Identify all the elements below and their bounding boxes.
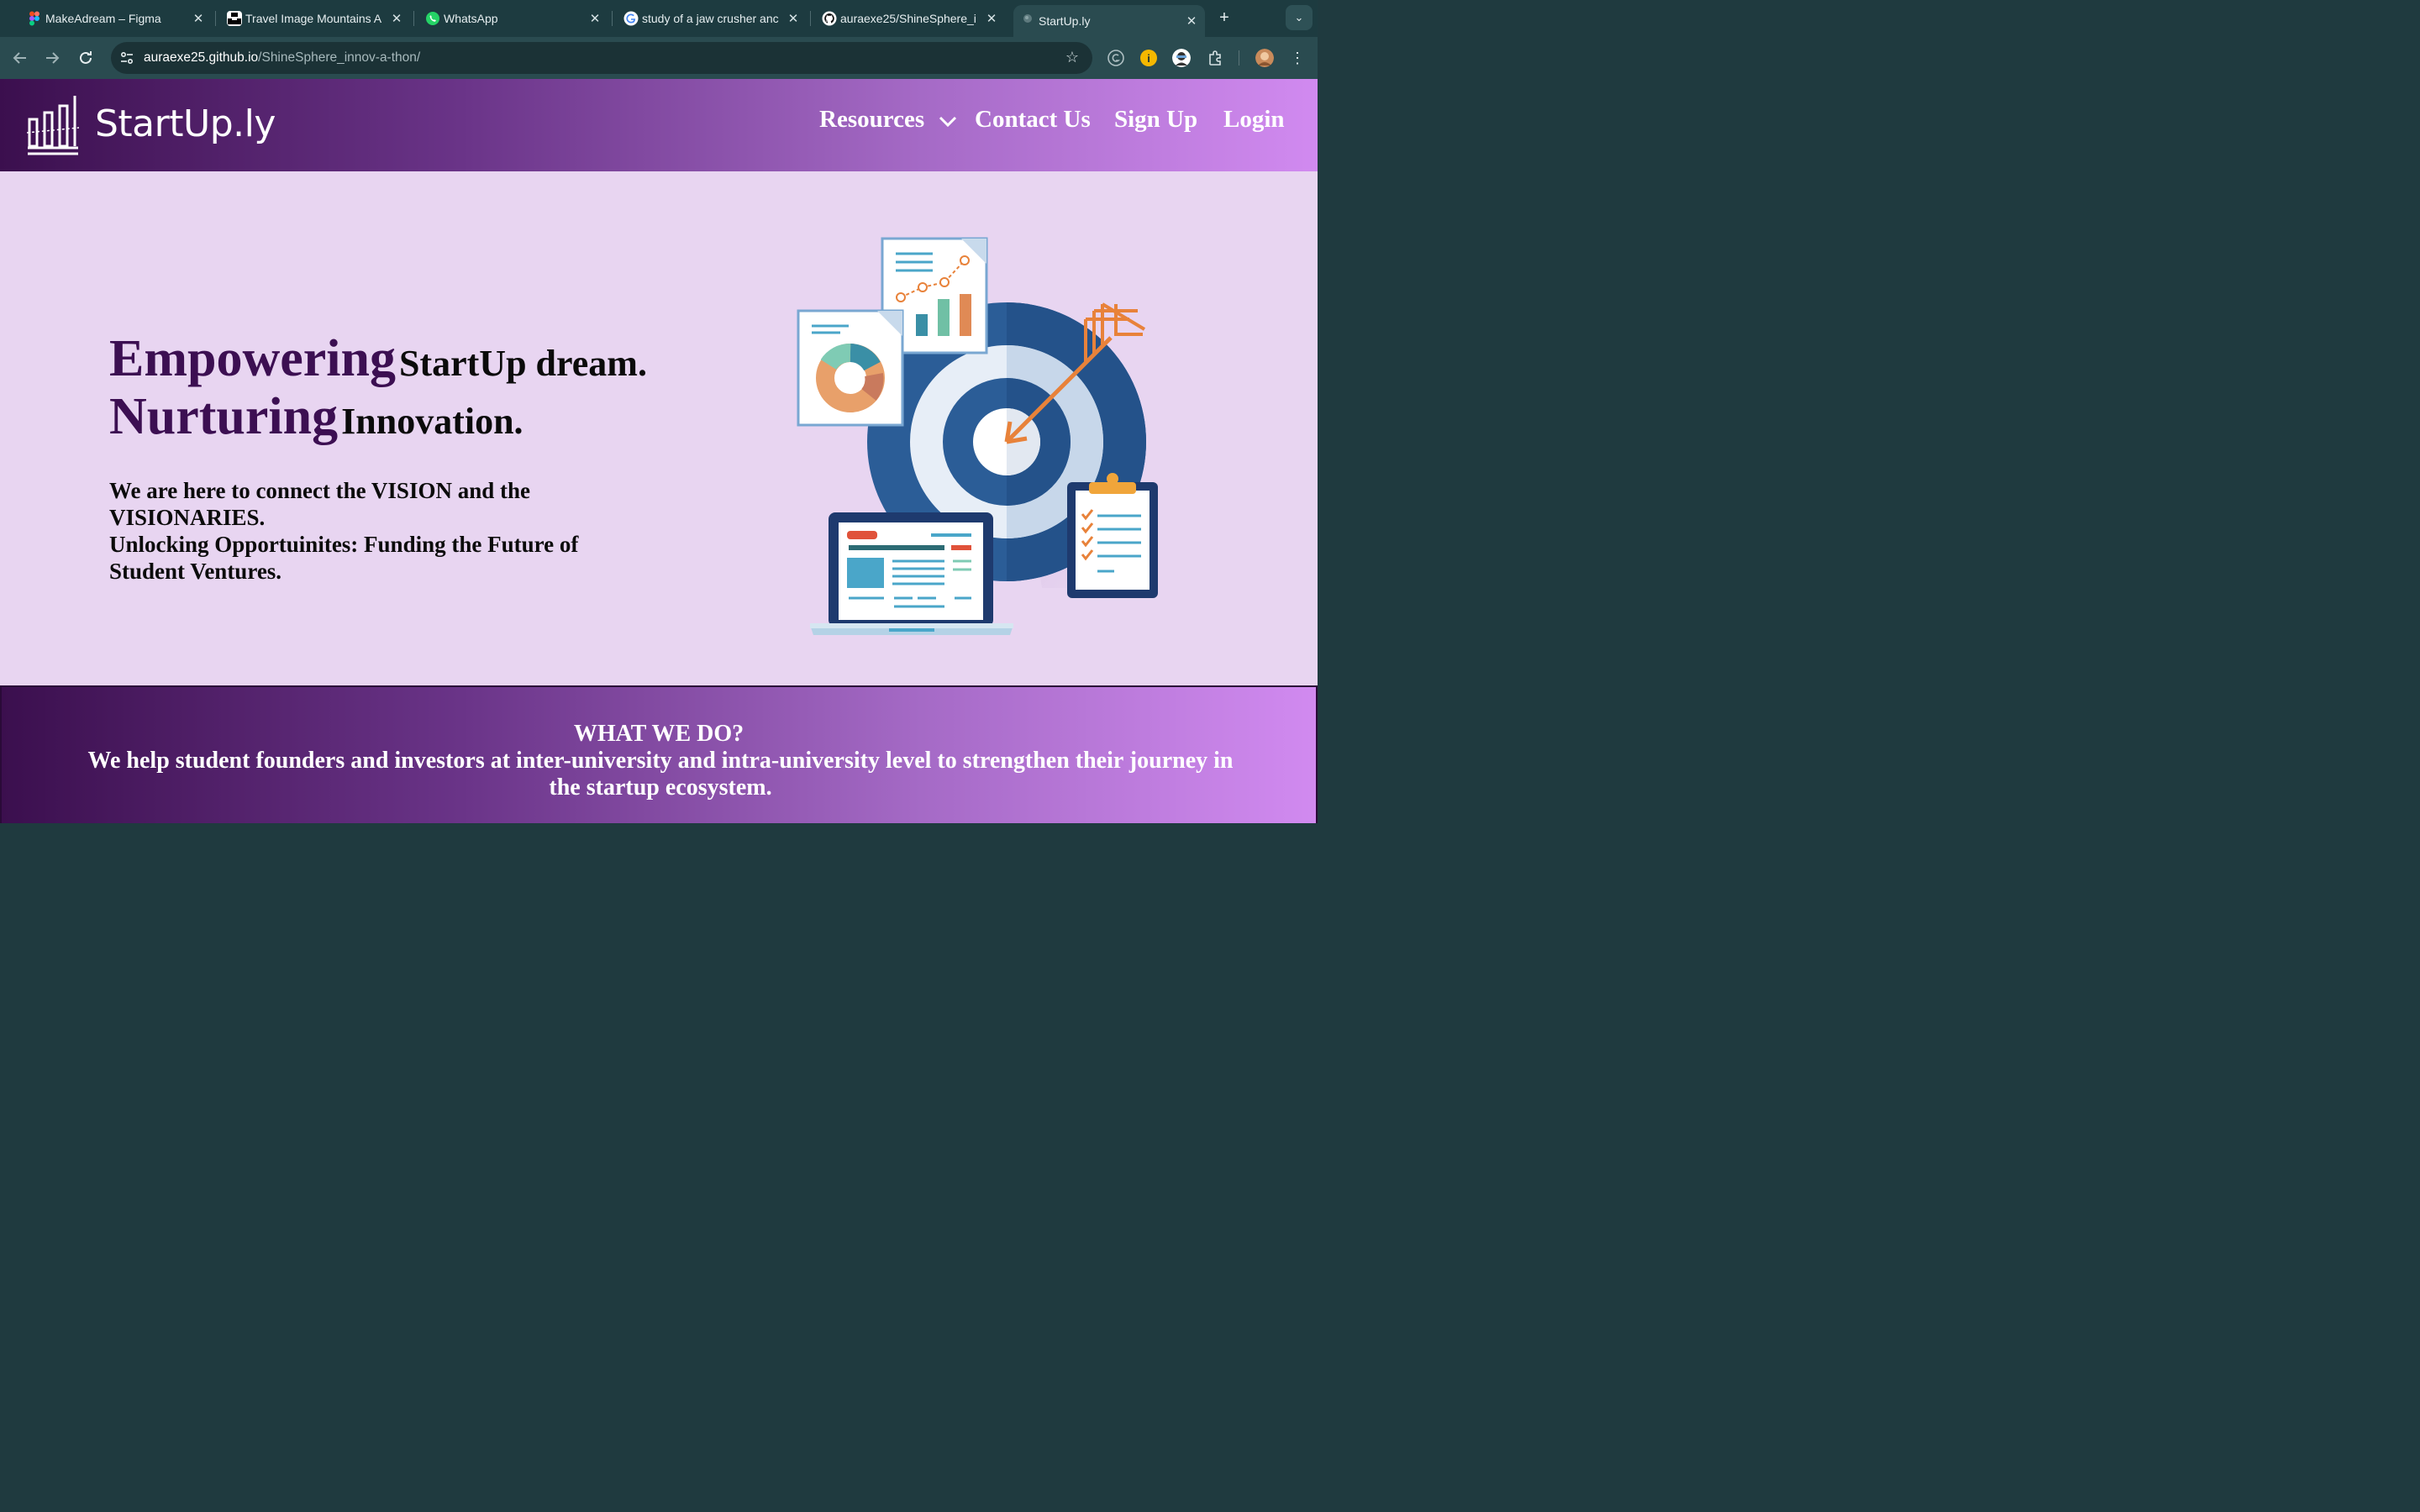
github-icon — [822, 11, 837, 26]
nav-signup-link[interactable]: Sign Up — [1114, 106, 1197, 134]
arrow-right-icon — [46, 52, 60, 64]
pie-report-icon — [797, 309, 904, 427]
url-path: /ShineSphere_innov-a-thon/ — [258, 50, 421, 65]
reload-button[interactable] — [76, 48, 96, 68]
nav-contact-link[interactable]: Contact Us — [975, 106, 1091, 134]
address-bar[interactable]: auraexe25.github.io/ShineSphere_innov-a-… — [111, 42, 1092, 74]
svg-text:i: i — [1147, 52, 1150, 65]
site-info-icon — [120, 51, 134, 65]
unsplash-icon — [227, 11, 242, 26]
tab-whatsapp[interactable]: WhatsApp ✕ — [418, 5, 608, 32]
forward-button[interactable] — [42, 48, 62, 68]
hero-tagline-vision: We are here to connect the VISION and th… — [109, 478, 530, 530]
url-text[interactable]: auraexe25.github.io/ShineSphere_innov-a-… — [144, 50, 420, 66]
url-host: auraexe25.github.io — [144, 50, 259, 65]
clipboard-checklist-icon — [1067, 473, 1158, 598]
browser-toolbar: auraexe25.github.io/ShineSphere_innov-a-… — [0, 37, 1318, 79]
new-tab-button[interactable]: + — [1214, 8, 1234, 28]
puzzle-extensions-icon[interactable] — [1207, 49, 1225, 67]
site-header: StartUp.ly Resources Contact Us Sign Up … — [0, 79, 1318, 171]
browser-menu-icon[interactable]: ⋮ — [1287, 48, 1307, 68]
tab-figma[interactable]: MakeAdream – Figma ✕ — [20, 5, 212, 32]
what-we-do-section: WHAT WE DO? We help student founders and… — [0, 685, 1318, 823]
business-target-illustration — [797, 237, 1158, 635]
tab-title: Travel Image Mountains A — [245, 12, 382, 25]
google-icon — [623, 11, 639, 26]
back-button[interactable] — [10, 48, 30, 68]
tab-title: MakeAdream – Figma — [45, 12, 161, 25]
close-icon[interactable]: ✕ — [588, 11, 602, 26]
grammarly-icon[interactable] — [1107, 49, 1125, 67]
tab-title: study of a jaw crusher anc — [642, 12, 779, 25]
hero-headline-line1: Empowering StartUp dream. — [109, 329, 647, 389]
close-icon[interactable]: ✕ — [192, 11, 205, 26]
profile-mask-extension-icon[interactable] — [1172, 49, 1191, 67]
tab-divider — [215, 11, 216, 26]
close-icon[interactable]: ✕ — [786, 11, 800, 26]
hero-text-innovation: Innovation. — [341, 401, 523, 442]
tab-startuply[interactable]: StartUp.ly ✕ — [1013, 5, 1205, 37]
honey-extension-icon[interactable]: i — [1139, 49, 1158, 67]
what-we-do-title: WHAT WE DO? — [573, 721, 744, 747]
tab-title: auraexe25/ShineSphere_i — [840, 12, 976, 25]
what-we-do-description: We help student founders and investors a… — [87, 748, 1234, 801]
tab-divider — [810, 11, 811, 26]
close-icon[interactable]: ✕ — [1185, 13, 1198, 29]
web-page: StartUp.ly Resources Contact Us Sign Up … — [0, 79, 1318, 823]
tab-google-search[interactable]: study of a jaw crusher anc ✕ — [617, 5, 807, 32]
brand-name[interactable]: StartUp.ly — [95, 102, 276, 145]
hero-tagline-funding: Unlocking Opportuinites: Funding the Fut… — [109, 532, 579, 584]
hero-word-empowering: Empowering — [109, 330, 396, 387]
hero-headline-line2: Nurturing Innovation. — [109, 387, 523, 447]
nav-resources-label: Resources — [819, 106, 925, 133]
whatsapp-icon — [426, 12, 439, 25]
tab-search-button[interactable]: ⌄ — [1286, 5, 1313, 30]
hero-text-startup-dream: StartUp dream. — [399, 343, 647, 384]
nav-resources-dropdown[interactable]: Resources — [819, 106, 957, 134]
avatar-icon[interactable] — [1255, 49, 1274, 67]
globe-icon — [1023, 14, 1032, 23]
tab-title: StartUp.ly — [1039, 14, 1091, 28]
nav-login-link[interactable]: Login — [1223, 106, 1285, 134]
tab-github[interactable]: auraexe25/ShineSphere_i ✕ — [815, 5, 1005, 32]
hero-word-nurturing: Nurturing — [109, 388, 339, 445]
arrow-left-icon — [13, 52, 26, 64]
tab-divider — [413, 11, 414, 26]
tab-divider — [612, 11, 613, 26]
chevron-down-icon — [939, 117, 957, 128]
laptop-icon — [810, 512, 1013, 635]
bookmark-star-icon[interactable]: ☆ — [1065, 49, 1079, 66]
bar-chart-logo-icon[interactable] — [27, 94, 79, 156]
tab-title: WhatsApp — [444, 12, 498, 25]
close-icon[interactable]: ✕ — [985, 11, 998, 26]
figma-icon — [29, 11, 39, 26]
close-icon[interactable]: ✕ — [390, 11, 403, 26]
tab-unsplash[interactable]: Travel Image Mountains A ✕ — [220, 5, 410, 32]
reload-icon — [80, 51, 92, 64]
browser-tab-strip: MakeAdream – Figma ✕ Travel Image Mounta… — [0, 0, 1318, 37]
hero-tagline: We are here to connect the VISION and th… — [109, 477, 613, 585]
